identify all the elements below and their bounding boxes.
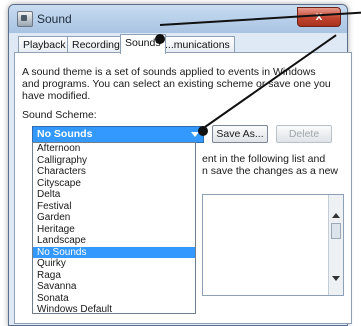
callout-dot-dropdown xyxy=(198,126,208,136)
program-events-list[interactable] xyxy=(202,194,344,296)
scheme-option-landscape[interactable]: Landscape xyxy=(33,235,195,247)
scheme-dropdown-list[interactable]: Afternoon Calligraphy Characters Citysca… xyxy=(32,142,196,314)
scheme-option-sonata[interactable]: Sonata xyxy=(33,293,195,305)
partial-instructions-text: ent in the following list and n save the… xyxy=(202,153,339,177)
scheme-option-savanna[interactable]: Savanna xyxy=(33,281,195,293)
scheme-option-windows-default[interactable]: Windows Default xyxy=(33,304,195,313)
window-title: Sound xyxy=(37,12,72,26)
delete-button: Delete xyxy=(276,125,332,143)
scheme-option-quirky[interactable]: Quirky xyxy=(33,258,195,270)
tab-communications[interactable]: ...munications xyxy=(160,36,235,53)
title-bar[interactable]: Sound x xyxy=(9,5,347,33)
scheme-option-raga[interactable]: Raga xyxy=(33,270,195,282)
callout-dot-sounds-tab xyxy=(155,34,165,44)
scheme-option-no-sounds[interactable]: No Sounds xyxy=(33,246,195,258)
scheme-option-festival[interactable]: Festival xyxy=(33,201,195,213)
scheme-option-delta[interactable]: Delta xyxy=(33,189,195,201)
sound-theme-description: A sound theme is a set of sounds applied… xyxy=(22,66,331,102)
save-as-button[interactable]: Save As... xyxy=(212,125,268,143)
scheme-option-garden[interactable]: Garden xyxy=(33,212,195,224)
scroll-thumb[interactable] xyxy=(331,223,341,239)
scroll-down-icon[interactable] xyxy=(332,276,340,281)
scheme-option-afternoon[interactable]: Afternoon xyxy=(33,143,195,155)
speaker-icon xyxy=(17,11,33,27)
scheme-option-cityscape[interactable]: Cityscape xyxy=(33,178,195,190)
scroll-up-icon[interactable] xyxy=(332,213,340,218)
tab-playback[interactable]: Playback xyxy=(18,36,71,53)
scheme-option-characters[interactable]: Characters xyxy=(33,166,195,178)
tab-recording[interactable]: Recording xyxy=(67,36,125,53)
scheme-option-calligraphy[interactable]: Calligraphy xyxy=(33,155,195,167)
sound-scheme-label: Sound Scheme: xyxy=(22,109,97,121)
scrollbar[interactable] xyxy=(328,195,343,295)
selected-scheme: No Sounds xyxy=(37,128,93,140)
sound-scheme-dropdown[interactable]: No Sounds xyxy=(32,126,204,143)
scheme-option-heritage[interactable]: Heritage xyxy=(33,224,195,236)
